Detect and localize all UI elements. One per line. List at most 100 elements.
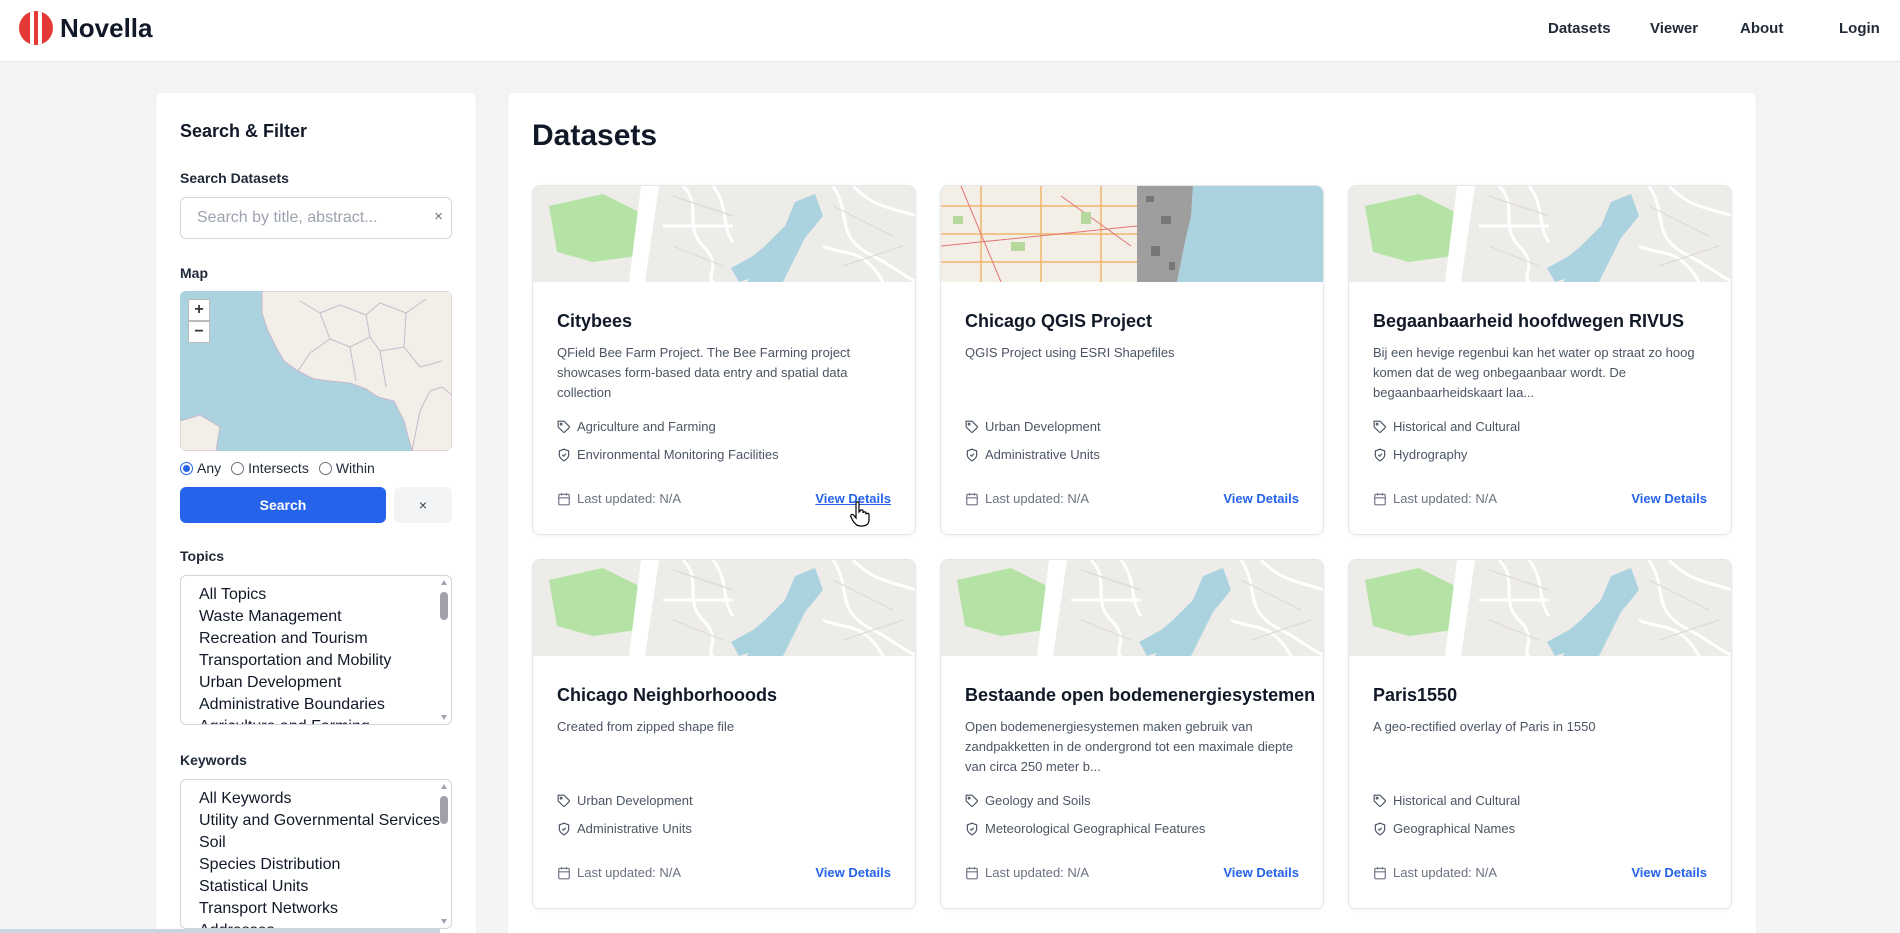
- keyword-option[interactable]: Soil: [199, 832, 451, 854]
- dataset-keyword-label: Administrative Units: [985, 447, 1100, 462]
- shield-check-icon: [558, 448, 570, 461]
- nav-about[interactable]: About: [1740, 20, 1783, 37]
- view-details-link[interactable]: View Details: [1631, 491, 1707, 506]
- last-updated-label: Last updated: N/A: [985, 491, 1090, 506]
- shield-check-icon: [966, 822, 978, 835]
- keyword-option[interactable]: Utility and Governmental Services: [199, 810, 451, 832]
- dataset-card[interactable]: Chicago Neighborhooods Created from zipp…: [532, 559, 916, 909]
- radio-within-label: Within: [335, 460, 375, 476]
- dataset-topic: Agriculture and Farming: [557, 419, 716, 434]
- scroll-thumb[interactable]: [440, 592, 448, 620]
- datasets-panel: Datasets Citybees QField Bee Farm Projec…: [508, 93, 1756, 933]
- radio-any-input[interactable]: [180, 461, 193, 475]
- dataset-topic-label: Historical and Cultural: [1393, 419, 1521, 434]
- dataset-keyword: Environmental Monitoring Facilities: [557, 447, 779, 462]
- dataset-topic-label: Geology and Soils: [985, 793, 1091, 808]
- nav-datasets[interactable]: Datasets: [1548, 20, 1611, 37]
- dataset-card[interactable]: Bestaande open bodemenergiesystemen Open…: [940, 559, 1324, 909]
- last-updated: Last updated: N/A: [965, 491, 1089, 506]
- dataset-title[interactable]: Begaanbaarheid hoofdwegen RIVUS: [1373, 311, 1684, 332]
- keywords-scrollbar[interactable]: [439, 782, 449, 926]
- topic-option[interactable]: Recreation and Tourism: [199, 628, 451, 650]
- brand-logo[interactable]: Novella: [19, 11, 153, 45]
- zoom-out-button[interactable]: −: [188, 321, 210, 343]
- shield-check-icon: [966, 448, 978, 461]
- tag-icon: [557, 420, 570, 433]
- keyword-option[interactable]: Statistical Units: [199, 876, 451, 898]
- dataset-title[interactable]: Paris1550: [1373, 685, 1457, 706]
- dataset-description: QGIS Project using ESRI Shapefiles: [965, 345, 1175, 360]
- topic-option[interactable]: All Topics: [199, 584, 451, 606]
- page-title: Datasets: [532, 119, 658, 152]
- scroll-down-icon[interactable]: [441, 919, 447, 924]
- dataset-keyword: Administrative Units: [965, 447, 1100, 462]
- dataset-title[interactable]: Chicago Neighborhooods: [557, 685, 777, 706]
- top-header: Novella Datasets Viewer About Login: [0, 0, 1900, 62]
- keyword-option[interactable]: All Keywords: [199, 788, 451, 810]
- dataset-card[interactable]: Begaanbaarheid hoofdwegen RIVUS Bij een …: [1348, 185, 1732, 535]
- radio-any[interactable]: Any: [180, 460, 221, 476]
- filter-sidebar: Search & Filter Search Datasets × Map + …: [156, 93, 476, 933]
- topics-listbox[interactable]: All Topics Waste Management Recreation a…: [180, 575, 452, 725]
- scroll-up-icon[interactable]: [441, 784, 447, 789]
- dataset-topic: Urban Development: [965, 419, 1101, 434]
- last-updated-label: Last updated: N/A: [985, 865, 1090, 880]
- topic-option[interactable]: Transportation and Mobility: [199, 650, 451, 672]
- calendar-icon: [966, 866, 978, 879]
- topic-option[interactable]: Urban Development: [199, 672, 451, 694]
- dataset-description: A geo-rectified overlay of Paris in 1550: [1373, 719, 1596, 734]
- keyword-option[interactable]: Addresses: [199, 920, 451, 928]
- map-thumbnail: [1349, 186, 1731, 282]
- calendar-icon: [1374, 866, 1386, 879]
- dataset-topic-label: Urban Development: [577, 793, 693, 808]
- search-button[interactable]: Search: [180, 487, 386, 523]
- scroll-thumb[interactable]: [440, 796, 448, 824]
- scroll-down-icon[interactable]: [441, 715, 447, 720]
- dataset-description: Bij een hevige regenbui kan het water op…: [1373, 345, 1695, 400]
- radio-within-input[interactable]: [318, 461, 332, 475]
- radio-intersects-input[interactable]: [231, 461, 245, 475]
- nav-viewer[interactable]: Viewer: [1650, 20, 1698, 37]
- hand-cursor-icon: [850, 501, 870, 527]
- clear-filter-button[interactable]: ×: [394, 487, 452, 523]
- dataset-card[interactable]: Chicago QGIS Project QGIS Project using …: [940, 185, 1324, 535]
- shield-check-icon: [558, 822, 570, 835]
- search-input[interactable]: [181, 198, 411, 238]
- dataset-keyword-label: Hydrography: [1393, 447, 1468, 462]
- search-clear-icon[interactable]: ×: [434, 208, 443, 225]
- dataset-title[interactable]: Citybees: [557, 311, 632, 332]
- tag-icon: [1373, 420, 1386, 433]
- last-updated-label: Last updated: N/A: [577, 491, 682, 506]
- view-details-link[interactable]: View Details: [1223, 491, 1299, 506]
- keywords-listbox[interactable]: All Keywords Utility and Governmental Se…: [180, 779, 452, 929]
- dataset-title[interactable]: Bestaande open bodemenergiesystemen: [965, 685, 1315, 706]
- filter-map[interactable]: + −: [180, 291, 452, 451]
- last-updated-label: Last updated: N/A: [1393, 491, 1498, 506]
- view-details-link[interactable]: View Details: [815, 865, 891, 880]
- map-thumbnail: [533, 186, 915, 282]
- keyword-option[interactable]: Transport Networks: [199, 898, 451, 920]
- radio-intersects[interactable]: Intersects: [231, 460, 309, 476]
- calendar-icon: [1374, 492, 1386, 505]
- zoom-in-button[interactable]: +: [188, 299, 210, 321]
- shield-check-icon: [1374, 448, 1386, 461]
- view-details-link[interactable]: View Details: [1223, 865, 1299, 880]
- scroll-up-icon[interactable]: [441, 580, 447, 585]
- horizontal-scrollbar[interactable]: [0, 929, 440, 933]
- spatial-relation-group: Any Intersects Within: [180, 460, 385, 476]
- nav-login[interactable]: Login: [1839, 20, 1880, 37]
- topic-option[interactable]: Agriculture and Farming: [199, 716, 451, 724]
- topic-option[interactable]: Administrative Boundaries: [199, 694, 451, 716]
- dataset-card[interactable]: Citybees QField Bee Farm Project. The Be…: [532, 185, 916, 535]
- keyword-option[interactable]: Species Distribution: [199, 854, 451, 876]
- radio-within[interactable]: Within: [318, 460, 375, 476]
- dataset-card[interactable]: Paris1550 A geo-rectified overlay of Par…: [1348, 559, 1732, 909]
- topic-option[interactable]: Waste Management: [199, 606, 451, 628]
- topics-scrollbar[interactable]: [439, 578, 449, 722]
- tag-icon: [557, 794, 570, 807]
- dataset-title[interactable]: Chicago QGIS Project: [965, 311, 1152, 332]
- search-label: Search Datasets: [180, 170, 289, 186]
- calendar-icon: [966, 492, 978, 505]
- view-details-link[interactable]: View Details: [1631, 865, 1707, 880]
- last-updated-label: Last updated: N/A: [577, 865, 682, 880]
